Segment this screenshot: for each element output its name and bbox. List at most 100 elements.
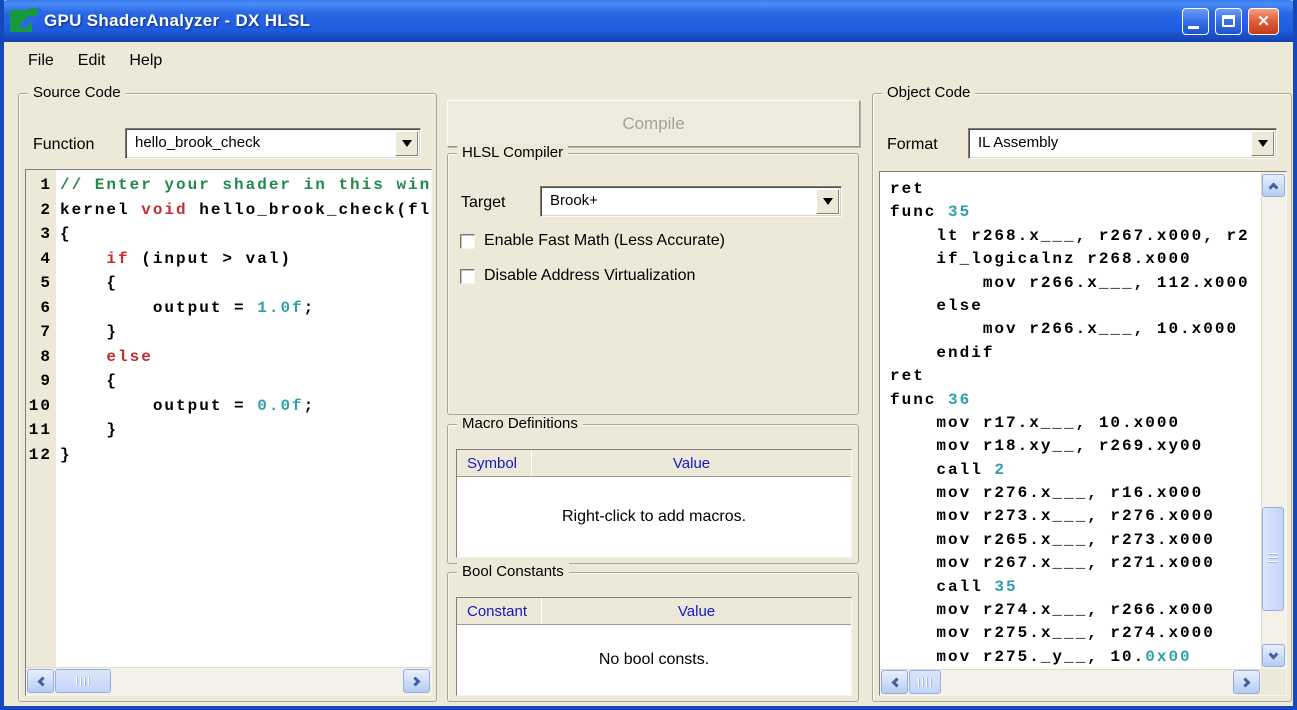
- macro-table-empty-message[interactable]: Right-click to add macros.: [457, 477, 851, 557]
- target-dropdown-value: Brook+: [550, 192, 598, 209]
- menu-bar: File Edit Help: [4, 42, 1293, 80]
- bool-table[interactable]: Constant Value No bool consts.: [456, 597, 852, 696]
- code-line: }: [60, 418, 431, 443]
- bool-value-column-header[interactable]: Value: [542, 603, 851, 620]
- code-line: ret: [890, 365, 1261, 388]
- code-line: {: [60, 222, 431, 247]
- maximize-icon: [1222, 15, 1235, 27]
- format-dropdown[interactable]: IL Assembly: [968, 128, 1277, 159]
- line-number: 8: [26, 345, 52, 370]
- code-line: func 35: [890, 201, 1261, 224]
- format-dropdown-value: IL Assembly: [978, 134, 1058, 151]
- code-line: }: [60, 443, 431, 468]
- bool-constants-group-title: Bool Constants: [457, 563, 569, 580]
- source-horizontal-scrollbar[interactable]: [26, 667, 431, 695]
- object-code-group-title: Object Code: [882, 84, 975, 101]
- code-line: mov r266.x___, 112.x000: [890, 272, 1261, 295]
- code-line: ret: [890, 178, 1261, 201]
- menu-edit[interactable]: Edit: [68, 48, 116, 74]
- scroll-left-button[interactable]: [27, 669, 54, 693]
- function-dropdown[interactable]: hello_brook_check: [125, 128, 421, 159]
- scroll-left-button[interactable]: [881, 670, 908, 694]
- address-virtualization-label: Disable Address Virtualization: [484, 267, 695, 285]
- code-line: func 36: [890, 389, 1261, 412]
- target-dropdown[interactable]: Brook+: [540, 186, 842, 217]
- hlsl-compiler-group-title: HLSL Compiler: [457, 144, 568, 161]
- bool-table-empty-message[interactable]: No bool consts.: [457, 625, 851, 695]
- app-window: GPU ShaderAnalyzer - DX HLSL ✕ File Edit…: [0, 0, 1297, 710]
- scroll-down-button[interactable]: [1262, 644, 1285, 667]
- address-virtualization-checkbox-row: Disable Address Virtualization: [460, 267, 695, 285]
- macro-symbol-column-header[interactable]: Symbol: [457, 455, 517, 472]
- target-label: Target: [461, 194, 505, 212]
- code-line: {: [60, 271, 431, 296]
- minimize-icon: [1188, 26, 1199, 29]
- close-icon: ✕: [1257, 13, 1270, 30]
- scroll-up-button[interactable]: [1262, 174, 1285, 197]
- chevron-right-icon: [1240, 677, 1250, 687]
- scrollbar-thumb[interactable]: [55, 669, 111, 693]
- source-code-text[interactable]: // Enter your shader in this winkernel v…: [56, 170, 431, 667]
- code-line: output = 0.0f;: [60, 394, 431, 419]
- line-number-gutter: 123456789101112: [26, 170, 56, 667]
- chevron-down-icon: [1258, 140, 1268, 147]
- scroll-right-button[interactable]: [403, 669, 430, 693]
- line-number: 12: [26, 443, 52, 468]
- bool-constants-group: Bool Constants Constant Value No bool co…: [447, 572, 859, 702]
- bool-constant-column-header[interactable]: Constant: [457, 603, 527, 620]
- compile-button[interactable]: Compile: [447, 100, 860, 147]
- macro-definitions-group: Macro Definitions Symbol Value Right-cli…: [447, 424, 859, 564]
- code-line: endif: [890, 342, 1261, 365]
- code-line: mov r266.x___, 10.x000: [890, 318, 1261, 341]
- code-line: call 35: [890, 576, 1261, 599]
- object-code-viewer[interactable]: retfunc 35 lt r268.x___, r267.x000, r2 i…: [879, 171, 1287, 696]
- code-line: call 2: [890, 459, 1261, 482]
- macro-table[interactable]: Symbol Value Right-click to add macros.: [456, 449, 852, 558]
- object-vertical-scrollbar[interactable]: [1261, 172, 1286, 669]
- title-bar[interactable]: GPU ShaderAnalyzer - DX HLSL ✕: [0, 0, 1297, 42]
- code-line: // Enter your shader in this win: [60, 173, 431, 198]
- code-line: lt r268.x___, r267.x000, r2: [890, 225, 1261, 248]
- code-line: else: [890, 295, 1261, 318]
- window-title: GPU ShaderAnalyzer - DX HLSL: [44, 11, 310, 31]
- code-line: if_logicalnz r268.x000: [890, 248, 1261, 271]
- hlsl-compiler-group: HLSL Compiler Target Brook+ Enable Fast …: [447, 153, 859, 415]
- source-code-editor[interactable]: 123456789101112 // Enter your shader in …: [25, 169, 432, 696]
- chevron-down-icon: [1269, 649, 1279, 659]
- line-number: 11: [26, 418, 52, 443]
- line-number: 6: [26, 296, 52, 321]
- chevron-down-icon: [823, 198, 833, 205]
- maximize-button[interactable]: [1215, 8, 1242, 35]
- line-number: 10: [26, 394, 52, 419]
- format-label: Format: [887, 136, 938, 154]
- address-virtualization-checkbox[interactable]: [460, 269, 475, 284]
- minimize-button[interactable]: [1182, 8, 1209, 35]
- scrollbar-thumb[interactable]: [909, 670, 941, 694]
- close-button[interactable]: ✕: [1248, 8, 1279, 35]
- chevron-left-icon: [37, 676, 47, 686]
- object-code-group: Object Code Format IL Assembly retfunc 3…: [872, 93, 1292, 702]
- fast-math-checkbox[interactable]: [460, 234, 475, 249]
- code-line: mov r267.x___, r271.x000: [890, 552, 1261, 575]
- code-line: mov r275._y__, 10.0x00: [890, 646, 1261, 669]
- format-dropdown-button[interactable]: [1251, 131, 1274, 156]
- function-dropdown-value: hello_brook_check: [135, 134, 260, 151]
- function-dropdown-button[interactable]: [395, 131, 418, 156]
- code-line: mov r265.x___, r273.x000: [890, 529, 1261, 552]
- object-horizontal-scrollbar[interactable]: [880, 669, 1261, 695]
- menu-help[interactable]: Help: [119, 48, 172, 74]
- object-code-text[interactable]: retfunc 35 lt r268.x___, r267.x000, r2 i…: [880, 172, 1261, 669]
- fast-math-label: Enable Fast Math (Less Accurate): [484, 232, 725, 250]
- menu-file[interactable]: File: [18, 48, 64, 74]
- scroll-right-button[interactable]: [1233, 670, 1260, 694]
- code-line: mov r274.x___, r266.x000: [890, 599, 1261, 622]
- code-line: mov r273.x___, r276.x000: [890, 505, 1261, 528]
- scrollbar-thumb[interactable]: [1262, 507, 1284, 611]
- code-line: mov r276.x___, r16.x000: [890, 482, 1261, 505]
- function-label: Function: [33, 136, 94, 154]
- line-number: 4: [26, 247, 52, 272]
- macro-table-header: Symbol Value: [457, 450, 851, 477]
- target-dropdown-button[interactable]: [816, 189, 839, 214]
- macro-value-column-header[interactable]: Value: [532, 455, 851, 472]
- fast-math-checkbox-row: Enable Fast Math (Less Accurate): [460, 232, 725, 250]
